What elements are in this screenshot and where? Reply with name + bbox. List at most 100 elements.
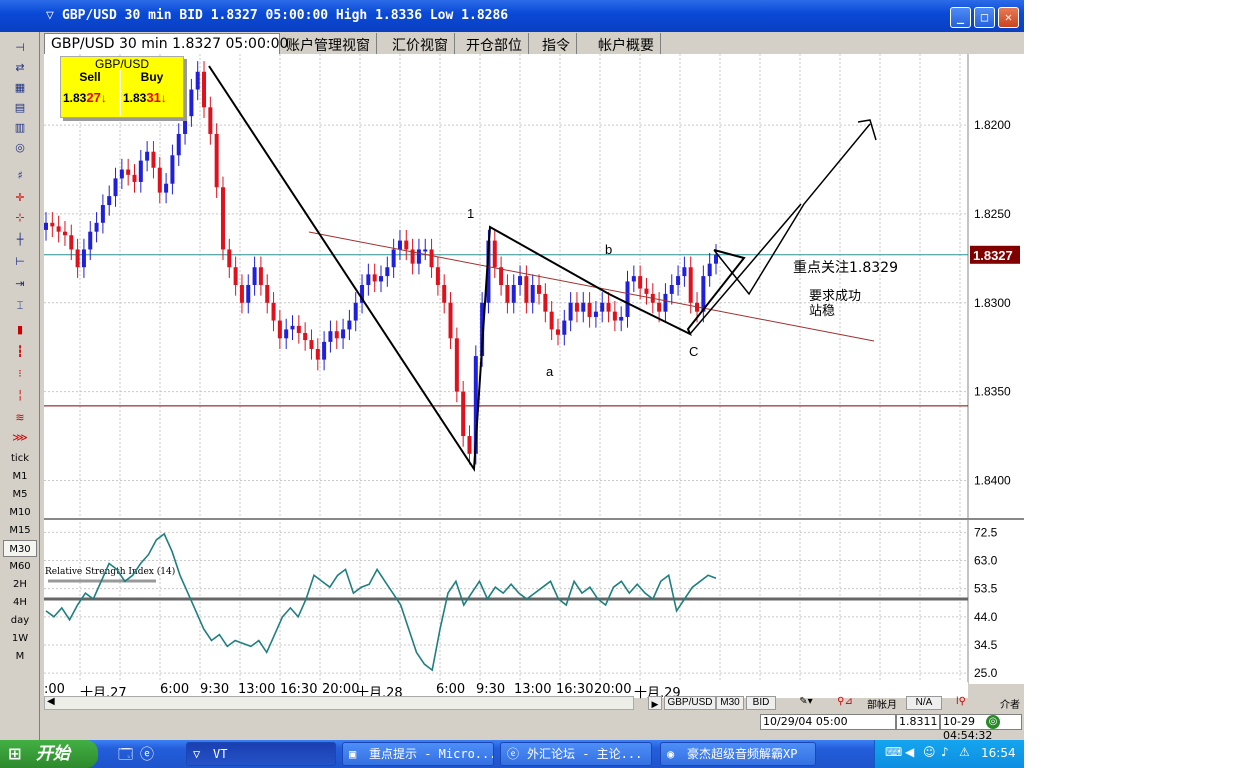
cursor-cross-icon[interactable]: ⊹ bbox=[4, 208, 36, 228]
network-icon[interactable]: ⚠ bbox=[959, 745, 970, 759]
candle-body bbox=[119, 169, 124, 179]
tab-account-summary[interactable]: 帐户概要 bbox=[592, 33, 661, 54]
dash-icon[interactable]: ╎ bbox=[4, 386, 36, 406]
volume-icon[interactable]: ♪ bbox=[941, 745, 949, 759]
timeframe-4h[interactable]: 4H bbox=[3, 594, 37, 611]
candle-body bbox=[638, 276, 643, 289]
quicklaunch-browser-icon[interactable]: ⓔ bbox=[140, 744, 160, 764]
timeframe-m5[interactable]: M5 bbox=[3, 486, 37, 503]
timeframe-m15[interactable]: M15 bbox=[3, 522, 37, 539]
start-button[interactable]: ⊞ 开始 bbox=[0, 740, 98, 768]
scroll-tab-symbol[interactable]: GBP/USD bbox=[664, 696, 716, 710]
tab-account-management[interactable]: 账户管理视窗 bbox=[280, 33, 377, 54]
timeframe-m30[interactable]: M30 bbox=[3, 540, 37, 557]
task-audio-player[interactable]: ◉ 豪杰超级音频解霸XP bbox=[660, 742, 816, 766]
keyboard-icon[interactable]: ⌨ bbox=[885, 745, 902, 759]
minimize-button[interactable]: _ bbox=[950, 7, 971, 28]
tab-bar: GBP/USD 30 min 1.8327 05:00:00 账户管理视窗 汇价… bbox=[44, 32, 1020, 54]
quote-box[interactable]: GBP/USD Sell 1.8327↓ Buy 1.8331↓ bbox=[60, 56, 184, 118]
scroll-tab-bid[interactable]: BID bbox=[746, 696, 776, 710]
tab-chart[interactable]: GBP/USD 30 min 1.8327 05:00:00 bbox=[44, 33, 288, 54]
task-word-doc[interactable]: ▣ 重点提示 - Micro... bbox=[342, 742, 494, 766]
price-tick-label: 1.8200 bbox=[974, 118, 1011, 132]
tick-icon[interactable]: ⁝ bbox=[4, 364, 36, 384]
timeframe-tick[interactable]: tick bbox=[3, 450, 37, 467]
candle-body bbox=[537, 285, 542, 294]
timeframe-1w[interactable]: 1W bbox=[3, 630, 37, 647]
price-tick-label: 1.8300 bbox=[974, 296, 1011, 310]
projection-path bbox=[689, 203, 802, 335]
scroll-tab-account[interactable]: 部帐月 bbox=[862, 696, 902, 711]
price-tick-label: 1.8350 bbox=[974, 385, 1011, 399]
tray-expand-icon[interactable]: ◀ bbox=[905, 745, 914, 759]
crosshair-icon[interactable]: ✛ bbox=[4, 188, 36, 208]
timeframe-day[interactable]: day bbox=[3, 612, 37, 629]
task-forex-forum[interactable]: ⓔ 外汇论坛 - 主论... bbox=[500, 742, 652, 766]
arrow-line-icon[interactable]: ⇥ bbox=[4, 274, 36, 294]
swap-arrows-icon[interactable]: ⇄ bbox=[4, 58, 36, 78]
rsi-tick-label: 25.0 bbox=[974, 666, 998, 680]
hash-grid-icon[interactable]: ♯ bbox=[4, 166, 36, 186]
price-tick-label: 1.8400 bbox=[974, 473, 1011, 487]
candle-body bbox=[252, 267, 257, 285]
candle-body bbox=[347, 320, 352, 330]
candle-body bbox=[227, 249, 232, 268]
candle-body bbox=[303, 332, 308, 341]
wave-icon[interactable]: ≋ bbox=[4, 408, 36, 428]
messenger-icon[interactable]: ☺ bbox=[923, 745, 936, 759]
timeframe-m1[interactable]: M1 bbox=[3, 468, 37, 485]
candle-body bbox=[555, 329, 560, 335]
timeframe-m10[interactable]: M10 bbox=[3, 504, 37, 521]
scroll-tab-timeframe[interactable]: M30 bbox=[716, 696, 744, 710]
tab-open-positions[interactable]: 开仓部位 bbox=[460, 33, 529, 54]
task-vt[interactable]: ▽ VT bbox=[186, 742, 336, 766]
trendline-icon[interactable]: ⊢ bbox=[4, 252, 36, 272]
scroll-left-icon[interactable]: ◀ bbox=[47, 696, 55, 707]
candle-body bbox=[385, 267, 390, 277]
timeframe-m[interactable]: M bbox=[3, 648, 37, 665]
buy-label: Buy bbox=[140, 70, 164, 84]
candle-icon[interactable]: ▮ bbox=[4, 320, 36, 340]
buy-panel[interactable]: Buy 1.8331↓ bbox=[123, 70, 183, 116]
time-label: 16:30 bbox=[556, 682, 594, 697]
close-button[interactable]: ✕ bbox=[998, 7, 1019, 28]
timeframe-2h[interactable]: 2H bbox=[3, 576, 37, 593]
candle-body bbox=[587, 302, 592, 317]
scroll-tab-intro[interactable]: 介者 bbox=[1000, 696, 1022, 710]
chart-area[interactable]: 1.8400 1.8350 1.8300 1.8250 1.8200 1 a b C 重点关注1.… bbox=[44, 54, 1024, 684]
pen-tool-icon[interactable]: ✎▾ bbox=[788, 696, 824, 710]
rsi-tick-label: 63.0 bbox=[974, 554, 998, 568]
tab-orders[interactable]: 指令 bbox=[536, 33, 577, 54]
scroll-tab-na[interactable]: N/A bbox=[906, 696, 942, 710]
candle-body bbox=[688, 267, 693, 303]
candle-body bbox=[606, 302, 611, 312]
bar-icon[interactable]: ┇ bbox=[4, 342, 36, 362]
grid-layout-icon[interactable]: ▦ bbox=[4, 78, 36, 98]
timeframe-m60[interactable]: M60 bbox=[3, 558, 37, 575]
candle-body bbox=[195, 71, 200, 90]
time-label: 6:00 bbox=[436, 682, 466, 697]
draw-tool-icon[interactable]: ⚲⊿ bbox=[828, 696, 862, 710]
tile-layout-icon[interactable]: ▥ bbox=[4, 118, 36, 138]
candle-body bbox=[581, 302, 586, 312]
chart-tool-icon[interactable]: ǀ⚲ bbox=[956, 696, 976, 710]
cross-line-icon[interactable]: ┼ bbox=[4, 230, 36, 250]
horizontal-scrollbar[interactable]: ◀ bbox=[44, 696, 634, 710]
pin-icon[interactable]: ⊣ bbox=[4, 38, 36, 58]
candle-body bbox=[113, 178, 118, 197]
candle-body bbox=[100, 205, 105, 223]
candle-body bbox=[62, 231, 67, 236]
rsi-tick-label: 72.5 bbox=[974, 525, 998, 539]
pattern-icon[interactable]: ⋙ bbox=[4, 428, 36, 448]
target-icon[interactable]: ◎ bbox=[4, 138, 36, 158]
vertical-line-icon[interactable]: ⌶ bbox=[4, 296, 36, 316]
scroll-right-icon[interactable]: ▶ bbox=[648, 696, 662, 710]
candle-body bbox=[600, 302, 605, 312]
candle-body bbox=[714, 254, 718, 264]
window-layout-icon[interactable]: ▤ bbox=[4, 98, 36, 118]
sell-panel[interactable]: Sell 1.8327↓ bbox=[61, 70, 121, 116]
title-bar[interactable]: ▽ GBP/USD 30 min BID 1.8327 05:00:00 Hig… bbox=[0, 0, 1024, 32]
quicklaunch-desktop-icon[interactable]: 🗔 bbox=[118, 744, 138, 764]
tab-quote-window[interactable]: 汇价视窗 bbox=[386, 33, 455, 54]
maximize-button[interactable]: □ bbox=[974, 7, 995, 28]
